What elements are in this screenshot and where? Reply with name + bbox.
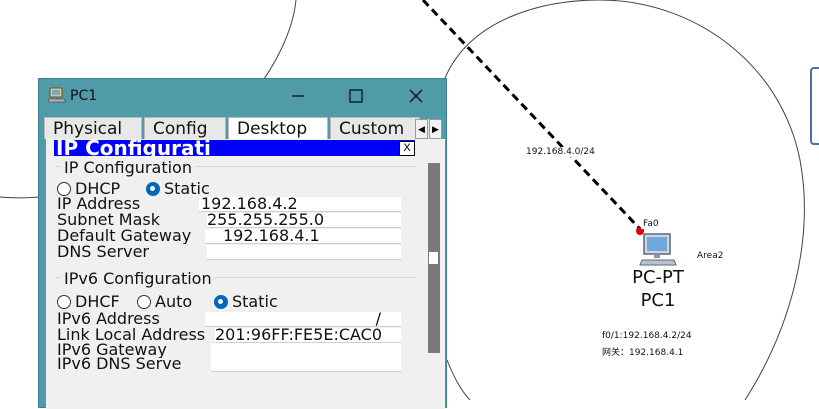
ipv6-dns-field[interactable]	[211, 357, 401, 372]
minimize-button[interactable]	[275, 83, 321, 109]
vertical-scrollbar[interactable]	[427, 163, 441, 409]
scrollbar-thumb[interactable]	[429, 252, 438, 264]
link-subnet-label: 192.168.4.0/24	[524, 147, 597, 157]
tab-scroll-right-icon[interactable]: ▶	[429, 119, 442, 139]
link-local-value: 201:96FF:FE5E:CAC0	[215, 328, 383, 343]
link-local-label: Link Local Address	[57, 327, 206, 343]
tab-desktop[interactable]: Desktop	[228, 117, 328, 139]
port-label: Fa0	[641, 219, 661, 229]
subnet-mask-label: Subnet Mask	[57, 210, 161, 229]
ip-config-panel: IP Configurati X IP Configuration DHCP S…	[46, 139, 445, 409]
subnet-mask-value: 255.255.255.0	[207, 213, 325, 228]
default-gateway-value: 192.168.4.1	[223, 229, 320, 244]
ipv4-static-radio-circle	[146, 181, 160, 196]
tab-custom[interactable]: Custom	[330, 117, 420, 139]
ipv6-dns-label: IPv6 DNS Serve	[57, 356, 182, 372]
device-name-label: PC1	[640, 290, 676, 311]
tab-bar: Physical Config Desktop Custom ◀ ▶	[41, 115, 446, 139]
dns-server-field[interactable]	[207, 245, 401, 260]
link-local-field[interactable]: 201:96FF:FE5E:CAC0	[215, 328, 401, 343]
ipv4-group-title: IP Configuration	[61, 158, 195, 177]
ipv6-auto-radio-circle	[137, 294, 151, 309]
tab-config[interactable]: Config	[144, 117, 226, 139]
ipv6-address-value: /	[375, 312, 381, 327]
ip-config-header-text: IP Configurati	[56, 140, 211, 156]
tab-physical[interactable]: Physical	[44, 117, 142, 139]
subnet-mask-field[interactable]: 255.255.255.0	[207, 213, 401, 228]
ipv6-static-radio-circle	[214, 294, 228, 309]
device-info-gateway: 网关：192.168.4.1	[600, 345, 686, 358]
ipv6-gateway-field[interactable]	[211, 343, 401, 358]
ipv6-group-title: IPv6 Configuration	[61, 269, 215, 288]
device-type-label: PC-PT	[632, 267, 684, 288]
ip-address-field[interactable]: 192.168.4.2	[199, 197, 401, 212]
ipv6-config-group: IPv6 Configuration DHCF Auto Static IPv6…	[55, 269, 415, 378]
close-button[interactable]	[393, 83, 439, 109]
ip-address-value: 192.168.4.2	[201, 197, 298, 212]
ip-config-header: IP Configurati	[54, 140, 415, 156]
window-titlebar[interactable]: PC1	[39, 79, 446, 113]
ipv6-static-radio[interactable]: Static	[214, 292, 282, 311]
pc-icon[interactable]	[638, 232, 678, 266]
area-boundary-bottom	[446, 359, 471, 400]
tab-scroll-arrows: ◀ ▶	[415, 119, 442, 139]
minimize-icon	[292, 95, 304, 97]
maximize-button[interactable]	[333, 83, 379, 109]
default-gateway-field[interactable]: 192.168.4.1	[205, 229, 401, 244]
ipv6-dhcp-radio-circle	[57, 294, 71, 309]
ipv4-static-radio[interactable]: Static	[146, 179, 210, 198]
ipv6-static-label: Static	[232, 292, 278, 311]
device-info-interface: f0/1:192.168.4.2/24	[600, 331, 694, 341]
maximize-icon	[349, 89, 363, 103]
ipv6-auto-label: Auto	[155, 292, 193, 311]
pc-window-icon	[48, 87, 66, 103]
edge-device[interactable]	[810, 67, 819, 145]
ipv6-address-label: IPv6 Address	[57, 309, 160, 328]
dns-server-label: DNS Server	[57, 242, 149, 261]
window-title: PC1	[70, 88, 98, 104]
ipv6-address-field[interactable]: /	[205, 312, 401, 327]
ip-config-close-button[interactable]: X	[399, 141, 415, 156]
close-icon	[409, 89, 423, 103]
ipv4-config-group: IP Configuration DHCP Static IP Address …	[55, 158, 415, 263]
area-label: Area2	[695, 251, 726, 261]
pc1-window[interactable]: PC1 Physical Config Desktop Custom ◀ ▶ I…	[38, 78, 447, 409]
tab-scroll-left-icon[interactable]: ◀	[415, 119, 428, 139]
ipv4-static-label: Static	[164, 179, 210, 198]
network-link[interactable]	[421, 0, 643, 232]
